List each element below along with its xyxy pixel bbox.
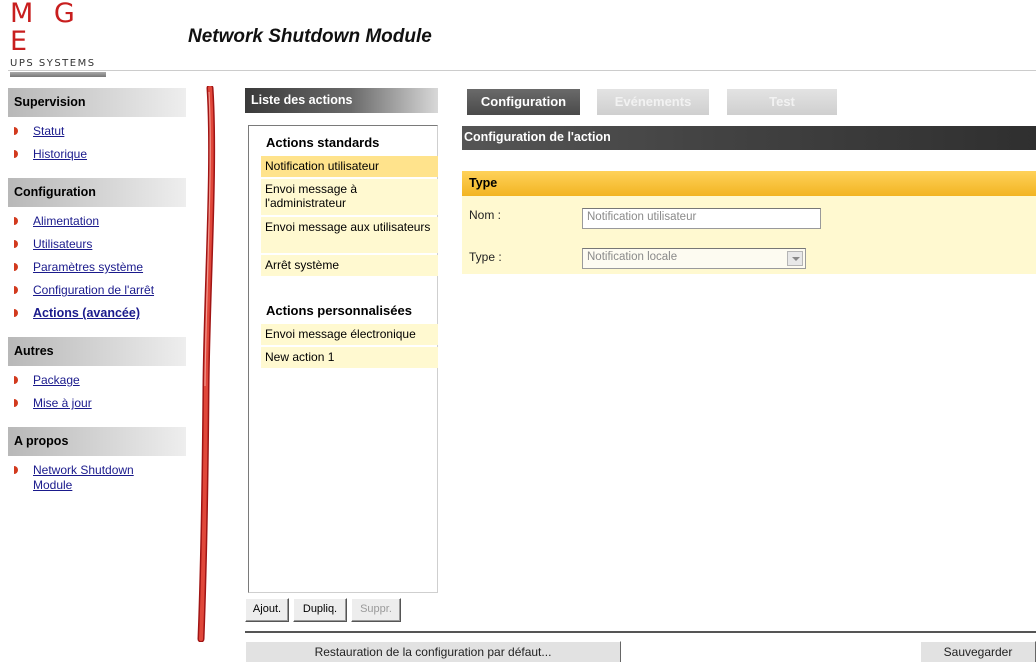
sidebar-link-mise-a-jour[interactable]: Mise à jour — [33, 396, 92, 410]
delete-action-button[interactable]: Suppr. — [351, 598, 401, 622]
bullet-icon — [14, 286, 18, 294]
sidebar-item-actions-avancee[interactable]: Actions (avancée) — [8, 302, 186, 325]
bullet-icon — [14, 240, 18, 248]
type-section-header: Type — [462, 171, 1036, 196]
logo-subtitle: UPS SYSTEMS — [10, 58, 96, 69]
add-action-button[interactable]: Ajout. — [245, 598, 289, 622]
actions-list: Actions standards Notification utilisate… — [248, 125, 438, 593]
sidebar-link-historique[interactable]: Historique — [33, 147, 87, 161]
tab-test[interactable]: Test — [727, 89, 837, 115]
sidebar-item-historique[interactable]: Historique — [8, 143, 186, 166]
type-select[interactable]: Notification locale — [582, 248, 806, 269]
actions-list-header: Liste des actions — [245, 88, 438, 113]
action-item-arret-systeme[interactable]: Arrêt système — [261, 255, 438, 276]
save-button[interactable]: Sauvegarder — [920, 641, 1036, 662]
tab-evenements[interactable]: Evénements — [597, 89, 709, 115]
sidebar-item-utilisateurs[interactable]: Utilisateurs — [8, 233, 186, 256]
bullet-icon — [14, 309, 18, 317]
bullet-icon — [14, 466, 18, 474]
red-stick-decoration — [197, 86, 216, 642]
action-item-envoi-utilisateurs[interactable]: Envoi message aux utilisateurs — [261, 217, 438, 253]
sidebar-link-utilisateurs[interactable]: Utilisateurs — [33, 237, 92, 251]
nav-section-autres: Autres — [8, 337, 186, 366]
sidebar-item-statut[interactable]: Statut — [8, 120, 186, 143]
bullet-icon — [14, 263, 18, 271]
action-item-envoi-admin[interactable]: Envoi message à l'administrateur — [261, 179, 438, 215]
sidebar-item-package[interactable]: Package — [8, 369, 186, 392]
sidebar-link-configuration-arret[interactable]: Configuration de l'arrêt — [33, 283, 154, 297]
sidebar-item-parametres-systeme[interactable]: Paramètres système — [8, 256, 186, 279]
tab-configuration[interactable]: Configuration — [467, 89, 580, 115]
name-label: Nom : — [469, 208, 502, 222]
type-label: Type : — [469, 250, 502, 264]
sidebar-nav: Supervision Statut Historique Configurat… — [8, 88, 186, 505]
bullet-icon — [14, 127, 18, 135]
bullet-icon — [14, 399, 18, 407]
sidebar-link-statut[interactable]: Statut — [33, 124, 64, 138]
sidebar-link-network-shutdown-module[interactable]: Network Shutdown Module — [33, 463, 134, 493]
app-title: Network Shutdown Module — [188, 26, 432, 47]
config-header: Configuration de l'action — [462, 126, 1036, 150]
standard-actions-title: Actions standards — [266, 135, 380, 150]
type-section-body: Nom : Notification utilisateur Type : No… — [462, 196, 1036, 274]
logo-bar — [10, 72, 106, 77]
custom-actions-title: Actions personnalisées — [266, 303, 412, 318]
restore-defaults-button[interactable]: Restauration de la configuration par déf… — [245, 641, 621, 662]
nav-section-a-propos: A propos — [8, 427, 186, 456]
sidebar-link-package[interactable]: Package — [33, 373, 80, 387]
sidebar-link-actions-avancee[interactable]: Actions (avancée) — [33, 306, 140, 320]
bullet-icon — [14, 217, 18, 225]
bullet-icon — [14, 150, 18, 158]
nav-section-supervision: Supervision — [8, 88, 186, 117]
sidebar-item-network-shutdown-module[interactable]: Network Shutdown Module — [8, 459, 186, 493]
sidebar-link-alimentation[interactable]: Alimentation — [33, 214, 99, 228]
name-field[interactable]: Notification utilisateur — [582, 208, 821, 229]
action-item-envoi-electronique[interactable]: Envoi message électronique — [261, 324, 438, 345]
duplicate-action-button[interactable]: Dupliq. — [293, 598, 347, 622]
chevron-down-icon[interactable] — [787, 251, 803, 266]
sidebar-item-alimentation[interactable]: Alimentation — [8, 210, 186, 233]
header-divider — [8, 70, 1036, 71]
type-select-value: Notification locale — [587, 251, 678, 263]
logo-mark: M G E — [10, 0, 81, 57]
bullet-icon — [14, 376, 18, 384]
sidebar-item-mise-a-jour[interactable]: Mise à jour — [8, 392, 186, 415]
action-item-new-action-1[interactable]: New action 1 — [261, 347, 438, 368]
sidebar-link-parametres-systeme[interactable]: Paramètres système — [33, 260, 143, 274]
nav-section-configuration: Configuration — [8, 178, 186, 207]
action-item-notification-utilisateur[interactable]: Notification utilisateur — [261, 156, 438, 177]
mge-logo: M G E UPS SYSTEMS — [10, 0, 110, 77]
footer-divider — [245, 631, 1036, 633]
sidebar-item-configuration-arret[interactable]: Configuration de l'arrêt — [8, 279, 186, 302]
